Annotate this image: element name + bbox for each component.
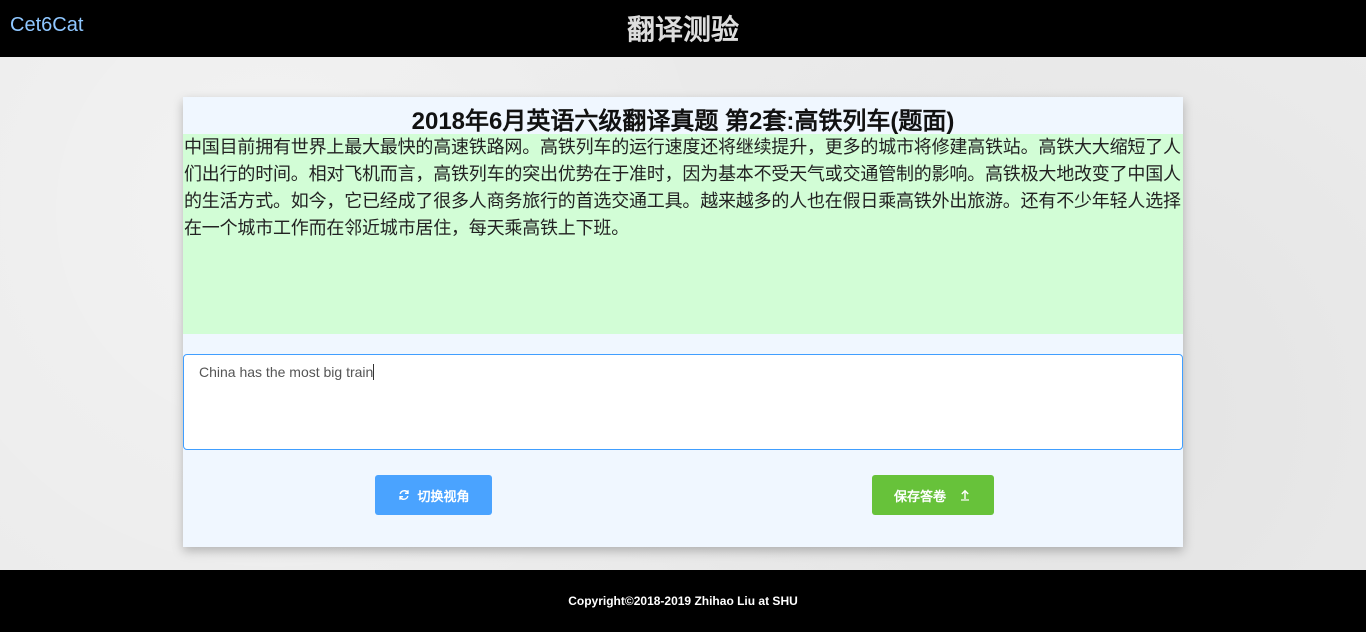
question-panel: 中国目前拥有世界上最大最快的高速铁路网。高铁列车的运行速度还将继续提升，更多的城…	[183, 134, 1183, 334]
top-bar: Cet6Cat 翻译测验	[0, 0, 1366, 57]
quiz-card: 2018年6月英语六级翻译真题 第2套:高铁列车(题面) 中国目前拥有世界上最大…	[183, 97, 1183, 547]
text-caret	[373, 364, 375, 380]
save-answer-button[interactable]: 保存答卷	[872, 475, 994, 515]
upload-icon	[958, 488, 972, 502]
answer-text: China has the most big train	[199, 364, 374, 380]
question-title: 2018年6月英语六级翻译真题 第2套:高铁列车(题面)	[411, 108, 955, 135]
footer: Copyright©2018-2019 Zhihao Liu at SHU	[0, 570, 1366, 632]
refresh-icon	[397, 488, 411, 502]
switch-view-label: 切换视角	[417, 488, 470, 504]
switch-view-button[interactable]: 切换视角	[375, 475, 492, 515]
answer-textarea[interactable]: China has the most big train	[183, 354, 1183, 450]
page-title: 翻译测验	[626, 14, 739, 45]
copyright-text: Copyright©2018-2019 Zhihao Liu at SHU	[568, 594, 798, 608]
question-text: 中国目前拥有世界上最大最快的高速铁路网。高铁列车的运行速度还将继续提升，更多的城…	[184, 137, 1181, 238]
save-answer-label: 保存答卷	[893, 488, 946, 504]
